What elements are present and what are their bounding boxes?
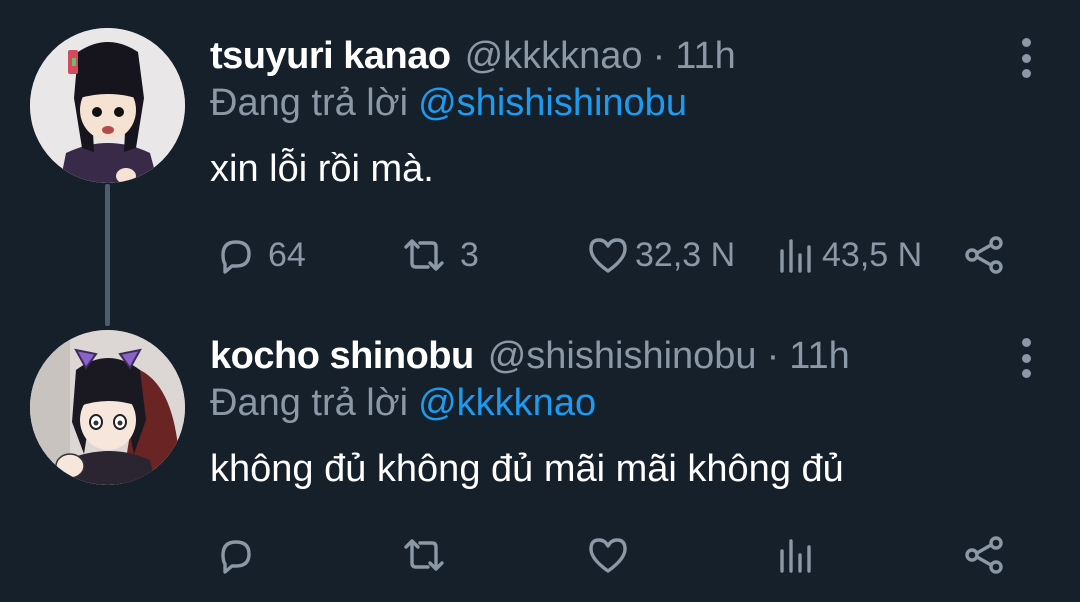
retweet-icon: [404, 539, 444, 571]
menu-dot: [1021, 353, 1031, 363]
replying-to-mention[interactable]: @shishishinobu: [418, 82, 687, 124]
menu-dot: [1021, 338, 1031, 347]
tweet-timestamp[interactable]: 11h: [789, 335, 850, 378]
heart-icon: [589, 538, 627, 573]
replying-to: Đang trả lời @kkkknao: [210, 382, 596, 432]
reply-button[interactable]: 64: [214, 225, 306, 285]
reply-icon: [221, 240, 251, 274]
views-icon: [780, 539, 811, 573]
menu-dot: [1021, 369, 1031, 378]
tweet-text: xin lỗi rồi mà.: [210, 148, 434, 190]
views-count: 43,5 N: [822, 235, 923, 274]
like-count: 32,3 N: [635, 235, 736, 274]
views-button[interactable]: 43,5 N: [776, 225, 922, 285]
share-button[interactable]: [962, 225, 1008, 285]
more-options-icon[interactable]: [1020, 38, 1032, 78]
reply-count: 64: [268, 235, 306, 274]
tweet-timestamp[interactable]: 11h: [675, 35, 736, 78]
retweet-button[interactable]: [398, 525, 460, 585]
kanao-avatar-image: [30, 28, 185, 183]
tweet-thread-screen: tsuyuri kanao @kkkknao · 11h Đang trả lờ…: [0, 0, 1080, 602]
tweet-actions: [0, 525, 1080, 585]
retweet-button[interactable]: 3: [398, 225, 479, 285]
retweet-icon: [404, 239, 444, 271]
tweet[interactable]: tsuyuri kanao @kkkknao · 11h Đang trả lờ…: [0, 0, 1080, 300]
tweet-actions: 64 3 32,3 N 43,5 N: [0, 225, 1080, 285]
header-separator: ·: [652, 34, 666, 77]
share-button[interactable]: [962, 525, 1008, 585]
views-button[interactable]: [776, 525, 822, 585]
tweet-header: kocho shinobu @shishishinobu · 11h: [210, 330, 850, 382]
replying-to-label: Đang trả lời: [210, 82, 409, 124]
retweet-count: 3: [460, 235, 479, 274]
heart-icon: [589, 238, 627, 273]
avatar[interactable]: [30, 330, 185, 485]
share-icon: [965, 236, 1003, 274]
like-button[interactable]: 32,3 N: [585, 225, 735, 285]
like-button[interactable]: [585, 525, 635, 585]
tweet-header: tsuyuri kanao @kkkknao · 11h: [210, 30, 736, 82]
menu-dot: [1021, 38, 1031, 47]
author-handle[interactable]: @shishishinobu: [488, 335, 757, 378]
reply-button[interactable]: [214, 525, 268, 585]
replying-to: Đang trả lời @shishishinobu: [210, 82, 687, 132]
author-name[interactable]: tsuyuri kanao: [210, 35, 451, 78]
tweet-text: không đủ không đủ mãi mãi không đủ: [210, 448, 844, 490]
menu-dot: [1021, 69, 1031, 78]
replying-to-mention[interactable]: @kkkknao: [418, 382, 596, 424]
header-separator: ·: [766, 334, 780, 377]
avatar[interactable]: [30, 28, 185, 183]
menu-dot: [1021, 53, 1031, 63]
more-options-icon[interactable]: [1020, 338, 1032, 378]
author-name[interactable]: kocho shinobu: [210, 335, 474, 378]
shinobu-avatar-image: [30, 330, 185, 485]
views-icon: [780, 239, 811, 273]
replying-to-label: Đang trả lời: [210, 382, 409, 424]
author-handle[interactable]: @kkkknao: [465, 35, 643, 78]
tweet[interactable]: kocho shinobu @shishishinobu · 11h Đang …: [0, 300, 1080, 600]
share-icon: [965, 536, 1003, 574]
reply-icon: [221, 540, 251, 574]
